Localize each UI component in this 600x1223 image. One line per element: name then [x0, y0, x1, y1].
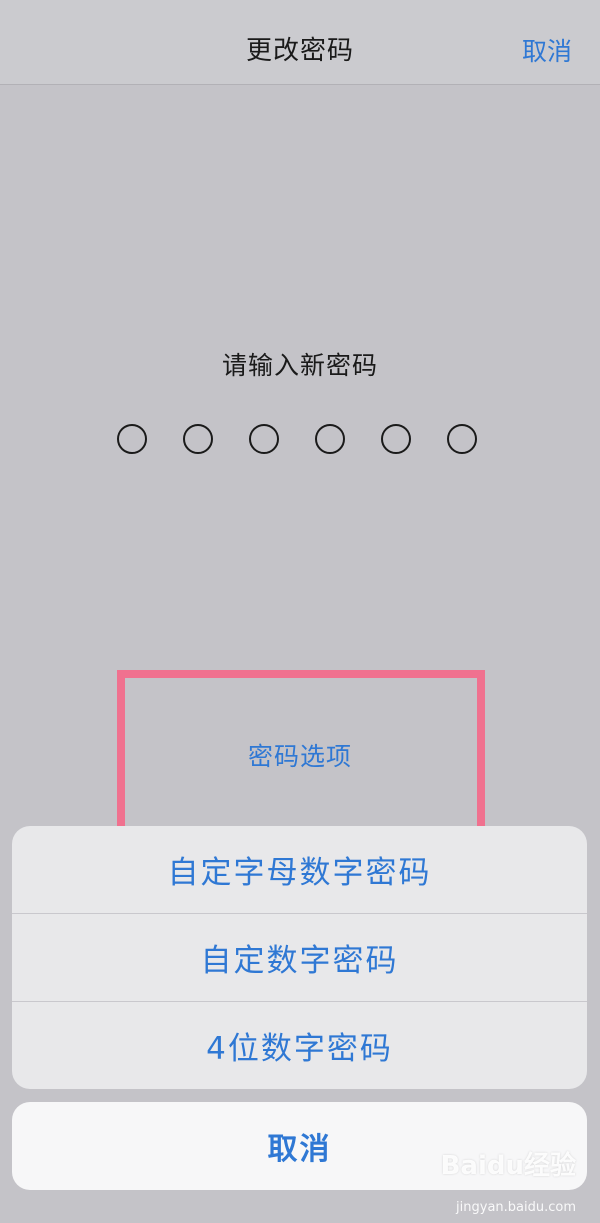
passcode-dot-2: [183, 424, 213, 454]
highlight-box: [117, 670, 485, 842]
navigation-bar: 更改密码 取消: [0, 0, 600, 85]
page-title: 更改密码: [245, 36, 354, 66]
passcode-dot-6: [447, 424, 477, 454]
passcode-prompt: 请输入新密码: [221, 351, 378, 380]
nav-cancel-button[interactable]: 取消: [522, 32, 572, 68]
option-custom-numeric[interactable]: 自定数字密码: [12, 914, 587, 1001]
watermark-url: jingyan.baidu.com: [456, 1200, 576, 1215]
passcode-dots: [117, 424, 483, 454]
option-custom-alphanumeric[interactable]: 自定字母数字密码: [12, 826, 587, 913]
passcode-dot-4: [315, 424, 345, 454]
passcode-dot-3: [249, 424, 279, 454]
baidu-logo: Baidu经验: [440, 1151, 576, 1181]
baidu-watermark: Baidu经验 jingyan.baidu.com: [436, 1145, 576, 1215]
option-4-digit[interactable]: 4位数字密码: [12, 1002, 587, 1089]
passcode-dot-5: [381, 424, 411, 454]
passcode-dot-1: [117, 424, 147, 454]
passcode-options-sheet: 自定字母数字密码 自定数字密码 4位数字密码: [12, 826, 587, 1089]
